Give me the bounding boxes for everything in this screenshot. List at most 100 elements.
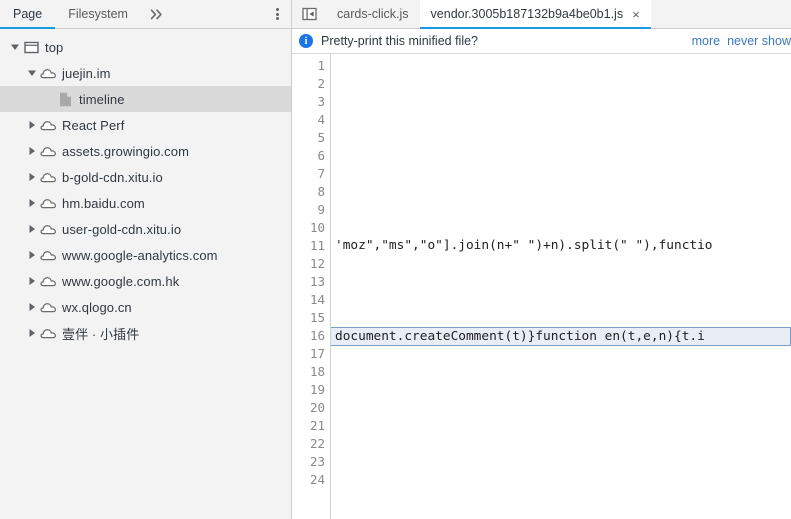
line-number[interactable]: 7 <box>292 165 325 183</box>
code-line[interactable] <box>331 436 791 454</box>
line-number[interactable]: 10 <box>292 219 325 237</box>
code-line[interactable] <box>331 111 791 129</box>
code-line[interactable] <box>331 472 791 490</box>
line-number[interactable]: 24 <box>292 471 325 489</box>
chevron-right-icon[interactable] <box>25 302 39 312</box>
code-line[interactable] <box>331 346 791 364</box>
code-line[interactable] <box>331 291 791 309</box>
tree-item-label: user-gold-cdn.xitu.io <box>62 221 182 237</box>
tab-filesystem[interactable]: Filesystem <box>55 0 141 28</box>
code-line[interactable] <box>331 364 791 382</box>
tree-item[interactable]: b-gold-cdn.xitu.io <box>0 164 291 190</box>
line-number[interactable]: 14 <box>292 291 325 309</box>
tree-item[interactable]: user-gold-cdn.xitu.io <box>0 216 291 242</box>
line-number[interactable]: 15 <box>292 309 325 327</box>
tree-item[interactable]: 壹伴 · 小插件 <box>0 320 291 346</box>
chevron-right-icon[interactable] <box>25 120 39 130</box>
line-number[interactable]: 16 <box>292 327 325 345</box>
editor-tab-vendor-bundle[interactable]: vendor.3005b187132b9a4be0b1.js × <box>419 0 651 29</box>
line-number[interactable]: 20 <box>292 399 325 417</box>
cloud-icon <box>39 299 57 315</box>
code-line[interactable] <box>331 201 791 219</box>
cloud-icon <box>39 325 57 341</box>
line-number[interactable]: 5 <box>292 129 325 147</box>
line-number[interactable]: 13 <box>292 273 325 291</box>
code-line-highlighted[interactable]: document.createComment(t)}function en(t,… <box>331 327 791 346</box>
show-navigator-icon[interactable] <box>292 0 326 28</box>
code-line[interactable]: 'moz","ms","o"].join(n+" ")+n).split(" "… <box>331 237 791 255</box>
code-line[interactable] <box>331 219 791 237</box>
devtools-sources-panel: Page Filesystem top juejin.im timeline Reac… <box>0 0 791 519</box>
code-line[interactable] <box>331 255 791 273</box>
line-number[interactable]: 8 <box>292 183 325 201</box>
code-line[interactable] <box>331 57 791 75</box>
infobar-never-show-link[interactable]: never show <box>727 34 791 48</box>
tree-item[interactable]: timeline <box>0 86 291 112</box>
tab-filesystem-label: Filesystem <box>68 7 128 21</box>
cloud-icon <box>39 143 57 159</box>
line-number[interactable]: 17 <box>292 345 325 363</box>
chevron-right-icon[interactable] <box>25 276 39 286</box>
chevron-right-icon[interactable] <box>25 198 39 208</box>
frame-icon <box>22 39 40 55</box>
code-line[interactable] <box>331 183 791 201</box>
code-line[interactable] <box>331 75 791 93</box>
tab-page-label: Page <box>13 7 43 21</box>
editor-tab-cards-click[interactable]: cards-click.js <box>326 0 420 28</box>
code-line[interactable] <box>331 454 791 472</box>
line-number[interactable]: 9 <box>292 201 325 219</box>
tree-item[interactable]: hm.baidu.com <box>0 190 291 216</box>
chevron-right-icon[interactable] <box>25 224 39 234</box>
code-editor[interactable]: 1 2 3 4 5 6 7 8 9 10 11 12 13 14 15 16 17 18 19 20 21 22 23 24 … <box>292 54 791 519</box>
line-number[interactable]: 2 <box>292 75 325 93</box>
kebab-dot <box>275 16 279 20</box>
chevron-down-icon[interactable] <box>8 42 22 52</box>
chevron-right-icon[interactable] <box>25 250 39 260</box>
infobar-more-link[interactable]: more <box>692 34 720 48</box>
close-icon[interactable]: × <box>632 8 640 21</box>
line-number[interactable]: 12 <box>292 255 325 273</box>
editor-tab-label: cards-click.js <box>337 7 409 21</box>
navigator-file-tree: top juejin.im timeline React Perf assets.gro… <box>0 29 291 519</box>
code-line[interactable] <box>331 273 791 291</box>
pretty-print-infobar: i Pretty-print this minified file? more … <box>292 29 791 54</box>
chevron-right-icon[interactable] <box>25 146 39 156</box>
tree-item-label: assets.growingio.com <box>62 143 189 159</box>
kebab-menu-icon[interactable] <box>263 0 291 28</box>
tab-page[interactable]: Page <box>0 0 56 29</box>
line-number[interactable]: 6 <box>292 147 325 165</box>
line-number[interactable]: 4 <box>292 111 325 129</box>
code-content[interactable]: 'moz","ms","o"].join(n+" ")+n).split(" "… <box>331 54 791 519</box>
tree-item[interactable]: www.google.com.hk <box>0 268 291 294</box>
tree-item-label: juejin.im <box>62 65 111 81</box>
code-line[interactable] <box>331 93 791 111</box>
chevron-right-icon[interactable] <box>25 328 39 338</box>
tree-item[interactable]: www.google-analytics.com <box>0 242 291 268</box>
line-number[interactable]: 21 <box>292 417 325 435</box>
line-number-gutter: 1 2 3 4 5 6 7 8 9 10 11 12 13 14 15 16 17 18 19 20 21 22 23 24 <box>292 54 331 519</box>
line-number[interactable]: 19 <box>292 381 325 399</box>
line-number[interactable]: 1 <box>292 57 325 75</box>
chevron-down-icon[interactable] <box>25 68 39 78</box>
chevron-right-icon[interactable] <box>25 172 39 182</box>
tree-item[interactable]: top <box>0 34 291 60</box>
tree-item[interactable]: juejin.im <box>0 60 291 86</box>
line-number[interactable]: 11 <box>292 237 325 255</box>
code-line[interactable] <box>331 400 791 418</box>
code-line[interactable] <box>331 165 791 183</box>
tree-item[interactable]: wx.qlogo.cn <box>0 294 291 320</box>
line-number[interactable]: 18 <box>292 363 325 381</box>
tree-item-label: top <box>45 39 64 55</box>
tree-item[interactable]: React Perf <box>0 112 291 138</box>
code-line[interactable] <box>331 309 791 327</box>
code-line[interactable] <box>331 418 791 436</box>
line-number[interactable]: 23 <box>292 453 325 471</box>
code-line[interactable] <box>331 147 791 165</box>
double-chevron-right-icon[interactable] <box>141 0 175 28</box>
navigator-tabstrip: Page Filesystem <box>0 0 291 29</box>
line-number[interactable]: 22 <box>292 435 325 453</box>
line-number[interactable]: 3 <box>292 93 325 111</box>
tree-item[interactable]: assets.growingio.com <box>0 138 291 164</box>
code-line[interactable] <box>331 382 791 400</box>
code-line[interactable] <box>331 129 791 147</box>
